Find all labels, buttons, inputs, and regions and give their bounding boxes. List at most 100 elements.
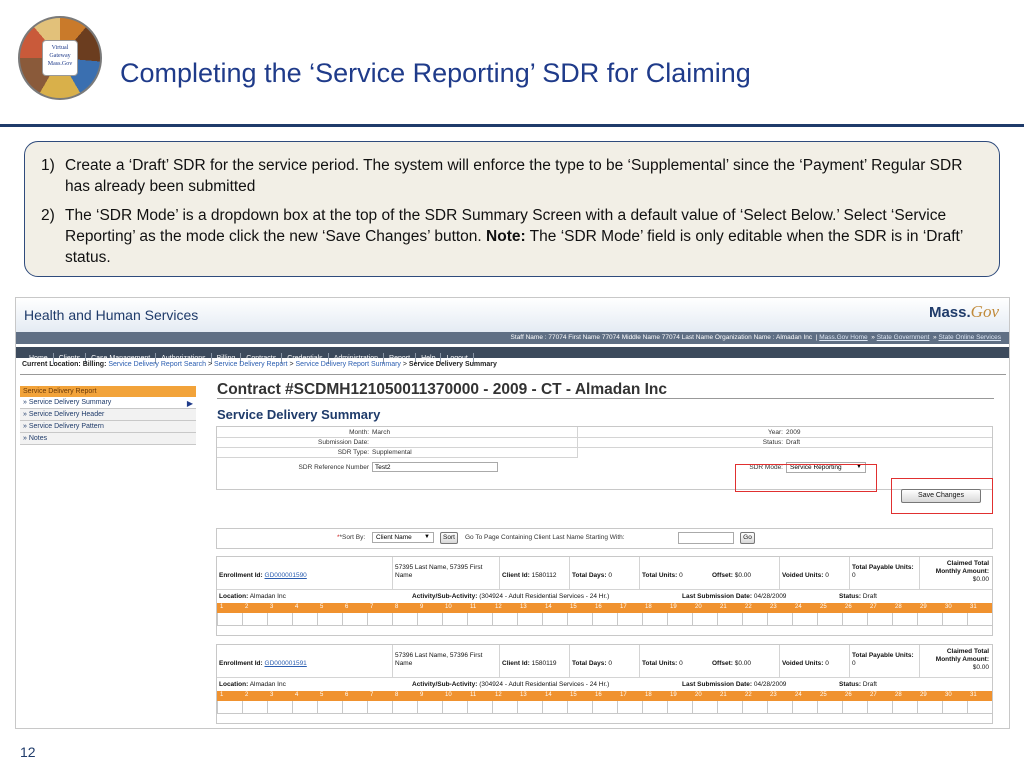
day-cell-divider bbox=[767, 701, 768, 713]
enrollment-id-link[interactable]: GD000001590 bbox=[265, 572, 307, 579]
location-divider bbox=[20, 374, 1006, 375]
day-cell-divider bbox=[717, 701, 718, 713]
sidebar-item-header[interactable]: » Service Delivery Header bbox=[20, 409, 196, 421]
day-cell-divider bbox=[242, 613, 243, 625]
link-state-government[interactable]: State Government bbox=[877, 334, 930, 341]
instruction-2: 2) The ‘SDR Mode’ is a dropdown box at t… bbox=[41, 207, 963, 266]
app-title: Health and Human Services bbox=[24, 307, 199, 323]
enrollment-id: Enrollment Id: GD000001591 bbox=[219, 660, 307, 667]
day-cell-divider bbox=[792, 613, 793, 625]
submission-date-label: Submission Date: bbox=[318, 439, 369, 446]
day-number: 23 bbox=[770, 692, 777, 698]
day-cell-divider bbox=[442, 613, 443, 625]
day-number: 15 bbox=[570, 692, 577, 698]
arrow-right-icon: ▶ bbox=[186, 399, 193, 408]
day-cell-divider bbox=[917, 701, 918, 713]
summary-row-divider bbox=[217, 447, 992, 448]
day-number: 23 bbox=[770, 604, 777, 610]
claimed-total: Claimed Total Monthly Amount: $0.00 bbox=[935, 648, 989, 671]
go-button[interactable]: Go bbox=[740, 532, 755, 544]
voided-units: Voided Units: 0 bbox=[782, 572, 829, 579]
day-cell-divider bbox=[642, 701, 643, 713]
day-cell-divider bbox=[792, 701, 793, 713]
activity: Activity/Sub-Activity: (304924 - Adult R… bbox=[412, 681, 610, 688]
total-days: Total Days: 0 bbox=[572, 660, 612, 667]
summary-row-divider bbox=[217, 457, 577, 458]
total-units: Total Units: 0 bbox=[642, 572, 683, 579]
breadcrumb-sdr-search[interactable]: Service Delivery Report Search bbox=[108, 361, 206, 368]
staff-bar: Staff Name : 77074 First Name 77074 Midd… bbox=[16, 332, 1009, 344]
day-cell-divider bbox=[542, 613, 543, 625]
day-number: 27 bbox=[870, 604, 877, 610]
breadcrumb-sdr[interactable]: Service Delivery Report bbox=[214, 361, 288, 368]
offset: Offset: $0.00 bbox=[712, 572, 752, 579]
goto-label: Go To Page Containing Client Last Name S… bbox=[465, 534, 625, 541]
sort-button[interactable]: Sort bbox=[440, 532, 458, 544]
day-cell-divider bbox=[442, 701, 443, 713]
sdr-type-label: SDR Type: bbox=[337, 449, 369, 456]
sidebar-item-notes[interactable]: » Notes bbox=[20, 433, 196, 445]
year-label: Year: bbox=[768, 429, 783, 436]
link-state-online-services[interactable]: State Online Services bbox=[938, 334, 1001, 341]
section-title: Service Delivery Summary bbox=[217, 407, 381, 422]
sort-label: **Sort By: bbox=[337, 534, 366, 541]
day-number: 30 bbox=[945, 604, 952, 610]
day-grid-row[interactable] bbox=[217, 701, 992, 714]
day-number: 24 bbox=[795, 692, 802, 698]
day-number: 4 bbox=[295, 692, 299, 698]
day-grid-row[interactable] bbox=[217, 613, 992, 626]
day-cell-divider bbox=[467, 613, 468, 625]
day-cell-divider bbox=[292, 701, 293, 713]
day-number: 18 bbox=[645, 604, 652, 610]
day-cell-divider bbox=[592, 613, 593, 625]
day-number: 26 bbox=[845, 692, 852, 698]
day-cell-divider bbox=[567, 701, 568, 713]
day-cell-divider bbox=[692, 701, 693, 713]
enrollment-location: Location: Almadan Inc bbox=[219, 593, 286, 600]
day-cell-divider bbox=[842, 613, 843, 625]
day-number: 9 bbox=[420, 692, 424, 698]
client-name: 57396 Last Name, 57396 First Name bbox=[395, 652, 483, 667]
day-cell-divider bbox=[217, 613, 218, 625]
enrollment-location: Location: Almadan Inc bbox=[219, 681, 286, 688]
day-number: 30 bbox=[945, 692, 952, 698]
app-header: Health and Human Services Mass.Gov bbox=[16, 298, 1009, 332]
day-cell-divider bbox=[417, 613, 418, 625]
day-cell-divider bbox=[642, 613, 643, 625]
sidebar-item-summary[interactable]: » Service Delivery Summary ▶ bbox=[20, 397, 196, 409]
day-number: 7 bbox=[370, 604, 374, 610]
mass-gov-logo[interactable]: Mass.Gov bbox=[929, 302, 999, 322]
breadcrumb-current: Service Delivery Summary bbox=[408, 361, 497, 368]
page-number: 12 bbox=[20, 744, 36, 760]
sort-by-select[interactable]: Client Name ▼ bbox=[372, 532, 434, 543]
day-number: 17 bbox=[620, 604, 627, 610]
day-cell-divider bbox=[767, 613, 768, 625]
client-id: Client Id: 1580112 bbox=[502, 572, 557, 579]
day-cell-divider bbox=[392, 701, 393, 713]
day-number: 11 bbox=[470, 692, 477, 698]
day-cell-divider bbox=[892, 701, 893, 713]
goto-input[interactable] bbox=[678, 532, 734, 544]
sidebar-item-pattern[interactable]: » Service Delivery Pattern bbox=[20, 421, 196, 433]
day-header-row: 1 2 3 4 5 6 7 8 9 10 11 12 13 14 15 16 17 18 19 20 21 22 23 24 2… bbox=[217, 603, 992, 613]
day-cell-divider bbox=[967, 701, 968, 713]
status-value: Draft bbox=[786, 439, 801, 446]
summary-col-divider bbox=[577, 427, 578, 458]
day-number: 5 bbox=[320, 604, 324, 610]
day-cell-divider bbox=[867, 701, 868, 713]
month-label: Month: bbox=[349, 429, 369, 436]
day-number: 27 bbox=[870, 692, 877, 698]
enrollment-id: Enrollment Id: GD000001590 bbox=[219, 572, 307, 579]
day-cell-divider bbox=[667, 613, 668, 625]
day-cell-divider bbox=[242, 701, 243, 713]
breadcrumb-sdr-summary[interactable]: Service Delivery Report Summary bbox=[296, 361, 401, 368]
sidebar-header[interactable]: Service Delivery Report bbox=[20, 386, 196, 397]
day-cell-divider bbox=[217, 701, 218, 713]
day-cell-divider bbox=[467, 701, 468, 713]
enrollment-id-link[interactable]: GD000001591 bbox=[265, 660, 307, 667]
sdr-reference-input[interactable]: Test2 bbox=[372, 462, 498, 472]
day-number: 31 bbox=[970, 692, 977, 698]
total-units: Total Units: 0 bbox=[642, 660, 683, 667]
day-cell-divider bbox=[392, 613, 393, 625]
link-mass-gov-home[interactable]: Mass.Gov Home bbox=[819, 334, 867, 341]
